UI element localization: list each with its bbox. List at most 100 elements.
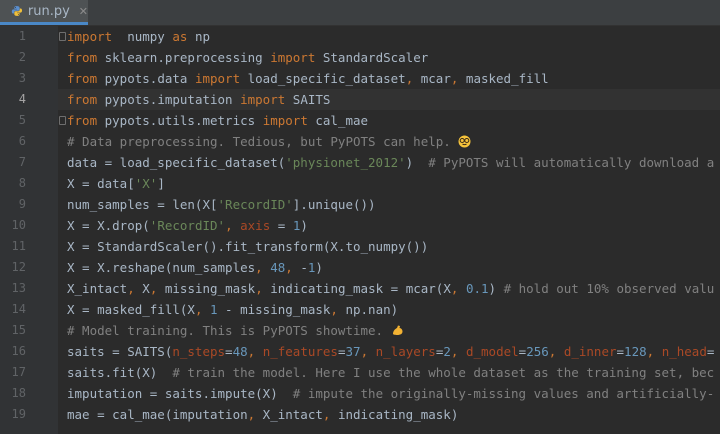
code-line[interactable]: imputation = saits.impute(X) # impute th… xyxy=(58,383,714,404)
line-number: 10 xyxy=(11,218,26,232)
code-token: import xyxy=(262,113,308,128)
code-token: - xyxy=(292,260,308,275)
code-line[interactable]: saits.fit(X) # train the model. Here I u… xyxy=(58,362,714,383)
code-line[interactable]: from sklearn.preprocessing import Standa… xyxy=(58,47,428,68)
code-token: imputation = saits.impute(X) xyxy=(67,386,293,401)
code-token: ) xyxy=(300,218,308,233)
code-token: ].unique()) xyxy=(292,197,376,212)
line-number: 17 xyxy=(11,365,26,379)
code-token: 48 xyxy=(232,344,248,359)
code-token: X = X.drop( xyxy=(67,218,150,233)
code-token: X = X.reshape(num_samples xyxy=(67,260,256,275)
code-token: # Data preprocessing. Tedious, but PyPOT… xyxy=(67,134,459,149)
code-line[interactable]: X = data['X'] xyxy=(58,173,165,194)
code-line[interactable]: data = load_specific_dataset('physionet_… xyxy=(58,152,714,173)
code-line[interactable]: mae = cal_mae(imputation, X_intact, indi… xyxy=(58,404,458,425)
code-token: 1 xyxy=(210,302,218,317)
code-token: X_intact xyxy=(67,281,128,296)
code-token: 'physionet_2012' xyxy=(285,155,406,170)
code-token: # train the model. Here I use the whole … xyxy=(172,365,715,380)
code-token: d_inner xyxy=(563,344,617,359)
code-token: from xyxy=(67,113,98,128)
code-token: pypots.data xyxy=(97,71,195,86)
line-number: 15 xyxy=(11,323,26,337)
code-token: , xyxy=(330,302,338,317)
code-token: = xyxy=(270,218,293,233)
code-editor[interactable]: import numpy as np from sklearn.preproces… xyxy=(58,26,720,434)
code-token: indicating_mask = mcar(X xyxy=(262,281,451,296)
code-token: = xyxy=(706,344,715,359)
line-number: 1 xyxy=(18,29,26,43)
code-token: , xyxy=(127,281,135,296)
code-token: 256 xyxy=(526,344,549,359)
code-token: ) xyxy=(405,155,429,170)
code-token: import xyxy=(240,92,286,107)
code-token: mae = cal_mae(imputation xyxy=(67,407,248,422)
code-token: sklearn.preprocessing xyxy=(97,50,271,65)
code-line[interactable]: X = StandardScaler().fit_transform(X.to_… xyxy=(58,236,428,257)
editor-tab-bar: run.py ✕ xyxy=(0,0,720,26)
code-token: , xyxy=(285,260,293,275)
code-token: , xyxy=(225,218,233,233)
close-icon[interactable]: ✕ xyxy=(79,6,88,17)
code-token: d_model xyxy=(465,344,519,359)
code-line[interactable]: saits = SAITS(n_steps=48, n_features=37,… xyxy=(58,341,714,362)
python-file-icon xyxy=(11,6,23,16)
code-line[interactable]: import numpy as np xyxy=(58,26,210,47)
code-token: masked_fill xyxy=(458,71,549,86)
code-token: import xyxy=(67,29,113,44)
code-token: 48 xyxy=(270,260,286,275)
line-number: 8 xyxy=(18,176,26,190)
code-token: axis xyxy=(240,218,271,233)
code-line[interactable]: num_samples = len(X['RecordID'].unique()… xyxy=(58,194,376,215)
code-token: num_samples = len(X[ xyxy=(67,197,218,212)
code-line[interactable]: from pypots.data import load_specific_da… xyxy=(58,68,549,89)
fold-marker-icon[interactable] xyxy=(59,32,66,41)
tab-run-py[interactable]: run.py ✕ xyxy=(0,0,88,25)
code-token: from xyxy=(67,50,98,65)
code-token: saits = SAITS( xyxy=(67,344,173,359)
code-token: np.nan) xyxy=(337,302,399,317)
line-number: 2 xyxy=(18,50,26,64)
code-token: pypots.utils.metrics xyxy=(97,113,263,128)
code-line[interactable]: from pypots.imputation import SAITS xyxy=(58,89,720,110)
code-token: indicating_mask) xyxy=(330,407,459,422)
code-token: ) xyxy=(315,260,323,275)
code-token: # impute the originally-missing values a… xyxy=(292,386,715,401)
code-token: n_steps xyxy=(172,344,226,359)
code-line[interactable]: # Model training. This is PyPOTS showtim… xyxy=(58,320,404,341)
code-token: pypots.imputation xyxy=(97,92,241,107)
code-line[interactable]: X = X.drop('RecordID', axis = 1) xyxy=(58,215,308,236)
code-token: 0.1 xyxy=(465,281,489,296)
code-token: numpy xyxy=(112,29,173,44)
line-number: 16 xyxy=(11,344,26,358)
code-token: 2 xyxy=(443,344,451,359)
code-line[interactable]: X = masked_fill(X, 1 - missing_mask, np.… xyxy=(58,299,398,320)
code-line[interactable]: X = X.reshape(num_samples, 48, -1) xyxy=(58,257,323,278)
code-token: , xyxy=(255,260,263,275)
code-line[interactable]: from pypots.utils.metrics import cal_mae xyxy=(58,110,368,131)
fold-marker-icon[interactable] xyxy=(59,116,66,125)
code-token: cal_mae xyxy=(307,113,369,128)
code-token: 'X' xyxy=(134,176,158,191)
code-token: load_specific_dataset xyxy=(240,71,406,86)
code-token: ] xyxy=(157,176,165,191)
code-line[interactable]: # Data preprocessing. Tedious, but PyPOT… xyxy=(58,131,471,152)
code-token: 128 xyxy=(624,344,647,359)
line-number: 19 xyxy=(11,407,26,421)
code-token: import xyxy=(194,71,241,86)
line-number: 4 xyxy=(18,92,26,106)
code-line[interactable]: X_intact, X, missing_mask, indicating_ma… xyxy=(58,278,714,299)
code-token: # hold out 10% observed valu xyxy=(503,281,715,296)
code-token: data = load_specific_dataset( xyxy=(67,155,286,170)
code-token: as xyxy=(172,29,188,44)
code-token: n_features xyxy=(262,344,338,359)
code-token: np xyxy=(187,29,211,44)
code-token: = xyxy=(616,344,625,359)
